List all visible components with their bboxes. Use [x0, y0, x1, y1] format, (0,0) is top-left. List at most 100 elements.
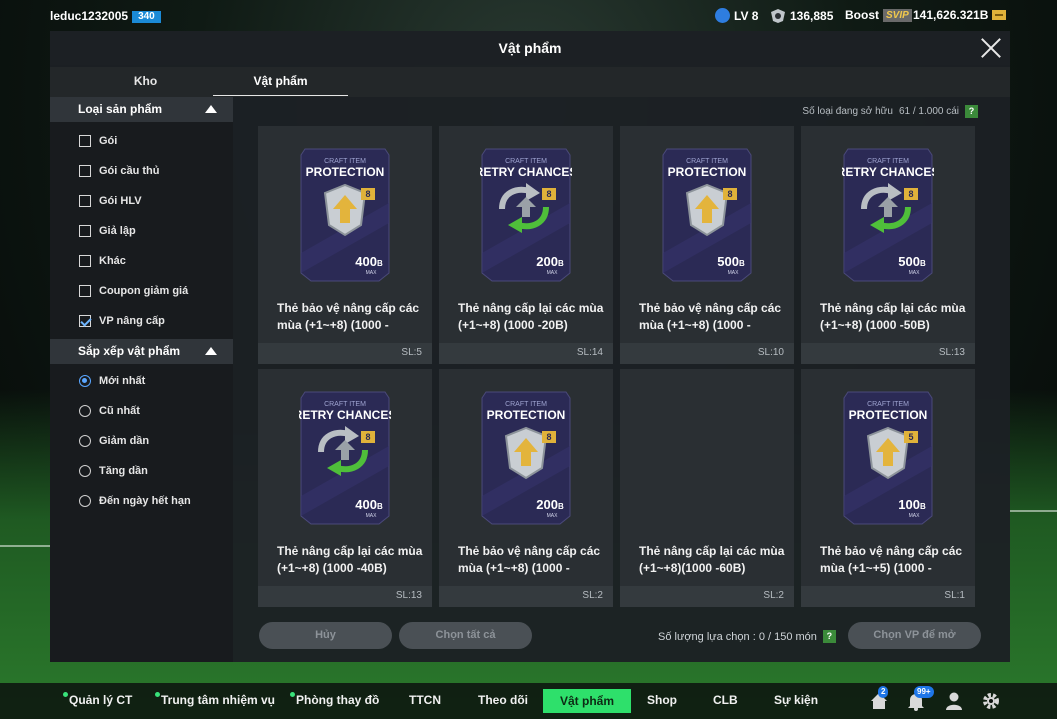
nav-clb[interactable]: CLB — [713, 683, 738, 719]
card-level: 8 — [365, 189, 370, 199]
item-footer: SL:2 — [439, 586, 613, 607]
card-max: MAX — [366, 270, 378, 276]
coins-display: 136,885 — [770, 8, 833, 24]
owned-count: Số loại đang sở hữu 61 / 1.000 cái ? — [802, 105, 978, 118]
card-level: 8 — [546, 189, 551, 199]
top-status-bar: leduc1232005 340 LV 8 136,885 Boost SVIP … — [0, 0, 1057, 32]
help-icon[interactable]: ? — [965, 105, 978, 118]
sort-expiry[interactable]: Đến ngày hết hạn — [50, 486, 233, 516]
craft-card-image: CRAFT ITEMRETRY CHANCES8200BMAX — [480, 148, 572, 282]
tab-kho[interactable]: Kho — [78, 67, 213, 96]
notification-dot — [290, 692, 295, 697]
checkbox[interactable] — [79, 135, 91, 147]
nav-trung-tam-nhiem-vu[interactable]: Trung tâm nhiệm vụ — [155, 683, 275, 719]
filter-sidebar: Loại sản phẩm Gói Gói cầu thủ Gói HLV Gi… — [50, 97, 233, 662]
category-header-label: Loại sản phẩm — [78, 102, 163, 116]
settings-gear-icon[interactable] — [981, 691, 1001, 711]
nav-quan-ly-ct[interactable]: Quản lý CT — [63, 683, 132, 719]
card-subtitle: CRAFT ITEM — [867, 401, 909, 408]
radio[interactable] — [79, 465, 91, 477]
radio[interactable] — [79, 495, 91, 507]
sort-section-header[interactable]: Sắp xếp vật phẩm — [50, 339, 233, 364]
item-footer: SL:13 — [801, 343, 975, 364]
filter-goi-cau-thu[interactable]: Gói cầu thủ — [50, 156, 233, 186]
radio-selected[interactable] — [79, 375, 91, 387]
item-card[interactable]: CRAFT ITEMRETRY CHANCES8400BMAXThẻ nâng … — [258, 369, 432, 607]
nav-label: Phòng thay đồ — [296, 693, 380, 707]
item-title: Thẻ bảo vệ nâng cấp các mùa (+1~+8) (100… — [639, 301, 782, 332]
checkbox[interactable] — [79, 165, 91, 177]
item-quantity: SL:14 — [576, 347, 603, 358]
craft-card-image: CRAFT ITEMPROTECTION8500BMAX — [662, 148, 752, 282]
panel-title: Vật phẩm — [498, 40, 562, 56]
item-quantity: SL:13 — [395, 590, 422, 601]
open-item-button[interactable]: Chọn VP để mở — [848, 622, 981, 649]
bell-icon[interactable]: 99+ — [906, 686, 934, 711]
user-info[interactable]: leduc1232005 340 — [50, 9, 161, 23]
item-card[interactable]: CRAFT ITEM PROTECTION 5 100B MAX Thẻ bảo vệ n… — [801, 369, 975, 607]
sort-ascending[interactable]: Tăng dần — [50, 456, 233, 486]
home-icon[interactable]: 2 — [869, 686, 889, 711]
item-quantity: SL:2 — [763, 590, 784, 601]
boost-label: Boost — [845, 8, 879, 22]
sort-newest[interactable]: Mới nhất — [50, 366, 233, 396]
sort-label: Giảm dần — [99, 435, 150, 447]
card-name: RETRY CHANCES — [480, 165, 572, 179]
filter-gia-lap[interactable]: Giả lập — [50, 216, 233, 246]
item-card[interactable]: CRAFT ITEMRETRY CHANCES8200BMAXThẻ nâng … — [439, 126, 613, 364]
card-max: MAX — [547, 270, 559, 276]
sort-header-label: Sắp xếp vật phẩm — [78, 344, 181, 358]
item-card[interactable]: CRAFT ITEM PROTECTION 8 200B MAX Thẻ bảo vệ n… — [439, 369, 613, 607]
filter-coupon[interactable]: Coupon giảm giá — [50, 276, 233, 306]
item-card[interactable]: CRAFT ITEM PROTECTION 8 500B MAX Thẻ bảo vệ n… — [620, 126, 794, 364]
item-card[interactable]: CRAFT ITEM PROTECTION 8 400B MAX Thẻ bảo vệ n… — [258, 126, 432, 364]
filter-khac[interactable]: Khác — [50, 246, 233, 276]
checkbox[interactable] — [79, 195, 91, 207]
collapse-arrow-icon — [205, 105, 217, 113]
cancel-button[interactable]: Hủy — [259, 622, 392, 649]
filter-label: VP nâng cấp — [99, 315, 165, 327]
boost-display: Boost SVIP — [845, 8, 912, 22]
card-level: 8 — [908, 189, 913, 199]
checkbox-checked[interactable] — [79, 315, 91, 327]
select-all-button[interactable]: Chọn tất cả — [399, 622, 532, 649]
checkbox[interactable] — [79, 255, 91, 267]
username: leduc1232005 — [50, 9, 129, 23]
nav-theo-doi[interactable]: Theo dõi — [478, 683, 528, 719]
filter-goi-hlv[interactable]: Gói HLV — [50, 186, 233, 216]
card-subtitle: CRAFT ITEM — [686, 158, 728, 165]
item-title: Thẻ bảo vệ nâng cấp các mùa (+1~+5) (100… — [820, 544, 963, 575]
nav-su-kien[interactable]: Sự kiện — [774, 683, 818, 719]
item-card[interactable]: Thẻ nâng cấp lại các mùa (+1~+8)(1000 -6… — [620, 369, 794, 607]
filter-goi[interactable]: Gói — [50, 126, 233, 156]
nav-ttcn[interactable]: TTCN — [409, 683, 441, 719]
card-max: MAX — [547, 513, 559, 519]
checkbox[interactable] — [79, 225, 91, 237]
collapse-arrow-icon — [205, 347, 217, 355]
sort-descending[interactable]: Giảm dần — [50, 426, 233, 456]
item-title: Thẻ nâng cấp lại các mùa (+1~+8)(1000 -6… — [639, 544, 785, 575]
item-card[interactable]: CRAFT ITEMRETRY CHANCES8500BMAXThẻ nâng … — [801, 126, 975, 364]
card-subtitle: CRAFT ITEM — [505, 401, 547, 408]
profile-icon[interactable] — [944, 691, 964, 711]
nav-phong-thay-do[interactable]: Phòng thay đồ — [290, 683, 379, 719]
card-name: RETRY CHANCES — [842, 165, 934, 179]
close-button[interactable] — [980, 37, 1002, 59]
nav-vat-pham[interactable]: Vật phẩm — [543, 689, 632, 713]
radio[interactable] — [79, 405, 91, 417]
category-section-header[interactable]: Loại sản phẩm — [50, 97, 233, 122]
item-quantity: SL:13 — [938, 347, 965, 358]
item-title: Thẻ nâng cấp lại các mùa (+1~+8) (1000 -… — [458, 301, 604, 332]
filter-vp-nang-cap[interactable]: VP nâng cấp — [50, 306, 233, 336]
selection-count: Số lượng lựa chọn : 0 / 150 món ? — [658, 630, 836, 643]
tab-vat-pham[interactable]: Vật phẩm — [213, 67, 348, 96]
card-level: 8 — [546, 432, 551, 442]
radio[interactable] — [79, 435, 91, 447]
nav-shop[interactable]: Shop — [647, 683, 677, 719]
item-quantity: SL:2 — [582, 590, 603, 601]
filter-label: Gói HLV — [99, 195, 142, 207]
bp-value: 141,626.321B — [913, 8, 989, 22]
checkbox[interactable] — [79, 285, 91, 297]
help-icon[interactable]: ? — [822, 630, 836, 643]
sort-oldest[interactable]: Cũ nhất — [50, 396, 233, 426]
